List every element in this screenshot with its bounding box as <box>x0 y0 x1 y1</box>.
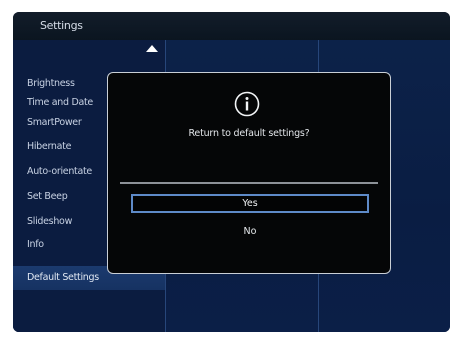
yes-button[interactable]: Yes <box>131 194 369 213</box>
settings-content: Brightness Time and Date SmartPower Hibe… <box>13 40 450 332</box>
dialog-divider <box>120 182 378 184</box>
scroll-up-icon[interactable] <box>146 45 158 52</box>
screenshot-canvas: Settings Brightness Time and Date SmartP… <box>0 0 466 345</box>
dialog-message: Return to default settings? <box>188 128 310 139</box>
confirm-dialog: Return to default settings? Yes No <box>107 72 391 274</box>
no-button[interactable]: No <box>131 222 369 241</box>
settings-screen: Settings Brightness Time and Date SmartP… <box>13 12 450 332</box>
page-title: Settings <box>40 19 83 32</box>
info-icon <box>234 91 260 117</box>
title-bar: Settings <box>13 12 450 40</box>
